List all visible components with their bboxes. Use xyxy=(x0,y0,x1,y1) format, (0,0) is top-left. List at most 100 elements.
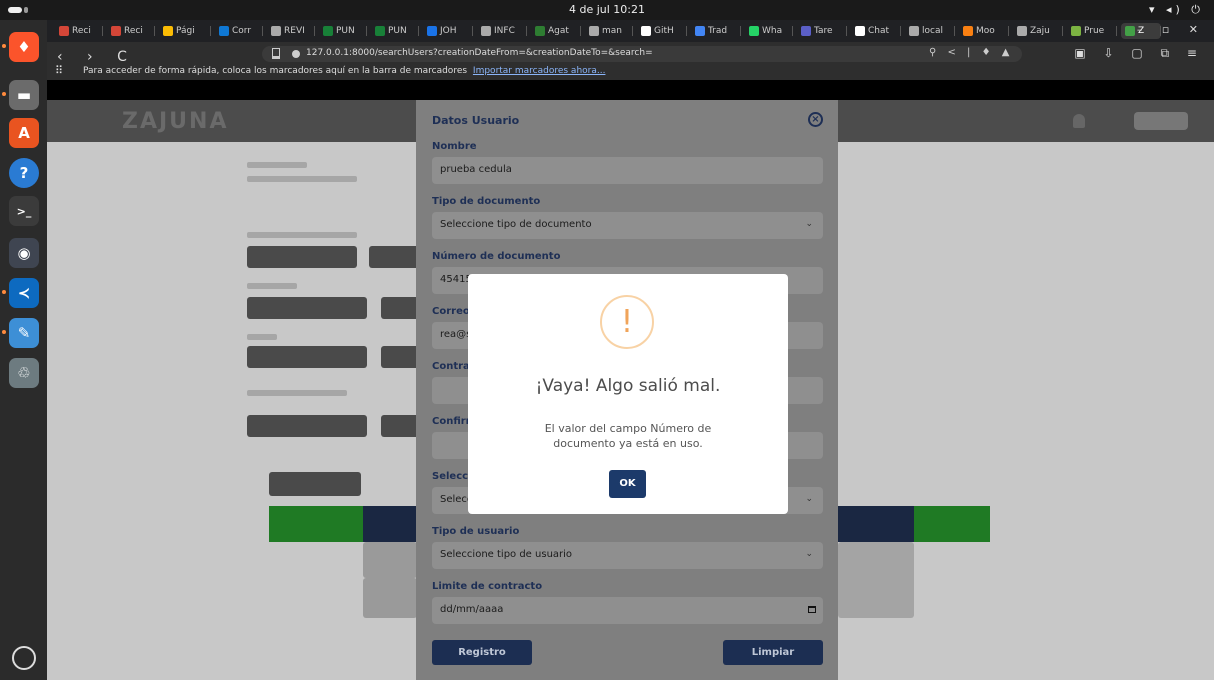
window-controls[interactable]: – ▫ ✕ xyxy=(1137,23,1206,36)
browser-tab[interactable]: GitH xyxy=(637,23,687,39)
browser-tab[interactable]: Agat xyxy=(531,23,581,39)
tab-label: Pági xyxy=(176,26,195,36)
table-header xyxy=(363,506,417,542)
text-editor-icon[interactable]: ✎ xyxy=(9,318,39,348)
contract-limit-value: dd/mm/aaaa xyxy=(440,604,504,615)
show-apps-icon[interactable] xyxy=(12,646,36,670)
site-info-icon[interactable] xyxy=(292,50,300,58)
date-filter[interactable] xyxy=(381,415,419,437)
bookmarks-message: Para acceder de forma rápida, coloca los… xyxy=(83,66,468,76)
software-center-icon[interactable]: A xyxy=(9,118,39,148)
table-row xyxy=(838,542,914,618)
browser-tab[interactable]: Moo xyxy=(959,23,1009,39)
user-icon[interactable] xyxy=(1073,114,1085,128)
user-type-label: Tipo de usuario xyxy=(432,526,520,537)
filter-label xyxy=(247,390,347,396)
document-type-select[interactable]: Seleccione tipo de documento ⌄ xyxy=(432,212,823,239)
toggle-filter[interactable] xyxy=(381,346,419,368)
running-indicator xyxy=(2,92,6,96)
tab-label: Zaju xyxy=(1030,26,1050,36)
tab-favicon-icon xyxy=(749,26,759,36)
browser-tab[interactable]: Corr xyxy=(215,23,263,39)
system-status-icons[interactable]: ▾ ◂) ⏻ xyxy=(1149,3,1204,17)
files-icon[interactable]: ▬ xyxy=(9,80,39,110)
modal-title: Datos Usuario xyxy=(432,114,520,127)
address-bar[interactable]: 127.0.0.1:8000/searchUsers?creationDateF… xyxy=(262,46,1022,62)
tab-separator xyxy=(314,26,315,36)
tab-label: Corr xyxy=(232,26,252,36)
tab-favicon-icon xyxy=(427,26,437,36)
browser-tab[interactable]: REVI xyxy=(267,23,315,39)
register-button[interactable]: Registro xyxy=(432,640,532,665)
search-filter[interactable] xyxy=(247,297,367,319)
share-icon[interactable]: ⚲ < | ♦ ▲ xyxy=(929,47,1013,58)
tab-favicon-icon xyxy=(963,26,973,36)
browser-tab[interactable]: local xyxy=(905,23,955,39)
browser-toolbar: ‹ › C 127.0.0.1:8000/searchUsers?creatio… xyxy=(47,42,1214,80)
tab-label: JOH xyxy=(440,26,457,36)
ok-button[interactable]: OK xyxy=(609,470,646,498)
terminal-icon[interactable]: >_ xyxy=(9,196,39,226)
system-clock[interactable]: 4 de jul 10:21 xyxy=(0,3,1214,16)
postgres-icon[interactable]: ◉ xyxy=(9,238,39,268)
name-field[interactable]: prueba cedula xyxy=(432,157,823,184)
contract-limit-date[interactable]: dd/mm/aaaa xyxy=(432,597,823,624)
browser-tab[interactable]: man xyxy=(585,23,633,39)
browser-tab[interactable]: Wha xyxy=(745,23,793,39)
tab-favicon-icon xyxy=(111,26,121,36)
browser-tab[interactable]: PUN xyxy=(319,23,367,39)
extensions-toolbar[interactable]: ▣ ⇩ ▢ ⧉ ≡ xyxy=(1074,46,1204,61)
chevron-down-icon: ⌄ xyxy=(805,494,813,504)
date-filter[interactable] xyxy=(247,415,367,437)
tab-separator xyxy=(154,26,155,36)
brave-browser-icon[interactable]: ♦ xyxy=(9,32,39,62)
apps-grid-icon[interactable]: ⠿ xyxy=(55,64,63,77)
tab-label: Wha xyxy=(762,26,783,36)
browser-tab[interactable]: Pági xyxy=(159,23,211,39)
trash-icon[interactable]: ♲ xyxy=(9,358,39,388)
user-type-select[interactable]: Seleccione tipo de usuario ⌄ xyxy=(432,542,823,569)
date-from-filter[interactable] xyxy=(247,246,357,268)
browser-tab[interactable]: PUN xyxy=(371,23,419,39)
import-bookmarks-link[interactable]: Importar marcadores ahora... xyxy=(473,66,606,76)
browser-tab[interactable]: JOH xyxy=(423,23,473,39)
tab-favicon-icon xyxy=(375,26,385,36)
tab-favicon-icon xyxy=(481,26,491,36)
error-alert-dialog: ! ¡Vaya! Algo salió mal. El valor del ca… xyxy=(468,274,788,514)
tab-label: Tare xyxy=(814,26,833,36)
clear-button[interactable]: Limpiar xyxy=(723,640,823,665)
browser-tab[interactable]: Chat xyxy=(851,23,901,39)
search-filter[interactable] xyxy=(381,297,419,319)
page-title xyxy=(247,162,307,168)
browser-tab[interactable]: Tare xyxy=(797,23,847,39)
date-to-filter[interactable] xyxy=(369,246,419,268)
tab-separator xyxy=(102,26,103,36)
browser-tab[interactable]: Zaju xyxy=(1013,23,1063,39)
table-header xyxy=(914,506,990,542)
selection-label: Selecci xyxy=(432,471,472,482)
tab-favicon-icon xyxy=(535,26,545,36)
tab-label: PUN xyxy=(388,26,407,36)
header-button[interactable] xyxy=(1134,112,1188,130)
tab-label: Prue xyxy=(1084,26,1105,36)
name-field-value: prueba cedula xyxy=(440,164,512,175)
vscode-icon[interactable]: ≺ xyxy=(9,278,39,308)
alert-title: ¡Vaya! Algo salió mal. xyxy=(535,376,721,396)
name-label: Nombre xyxy=(432,141,477,152)
url-text[interactable]: 127.0.0.1:8000/searchUsers?creationDateF… xyxy=(306,48,653,58)
tab-separator xyxy=(210,26,211,36)
browser-tab[interactable]: Trad xyxy=(691,23,741,39)
tab-label: Trad xyxy=(708,26,728,36)
browser-tab[interactable]: Reci xyxy=(55,23,103,39)
close-icon[interactable]: × xyxy=(808,112,823,127)
add-user-button[interactable] xyxy=(269,472,361,496)
calendar-icon[interactable] xyxy=(808,606,816,613)
tab-separator xyxy=(472,26,473,36)
zajuna-logo[interactable]: ZAJUNA xyxy=(122,109,228,134)
browser-tab[interactable]: Prue xyxy=(1067,23,1117,39)
help-icon[interactable]: ? xyxy=(9,158,39,188)
toggle-filter[interactable] xyxy=(247,346,367,368)
bookmark-icon[interactable] xyxy=(272,48,280,59)
browser-tab[interactable]: Reci xyxy=(107,23,155,39)
browser-tab[interactable]: INFC xyxy=(477,23,527,39)
